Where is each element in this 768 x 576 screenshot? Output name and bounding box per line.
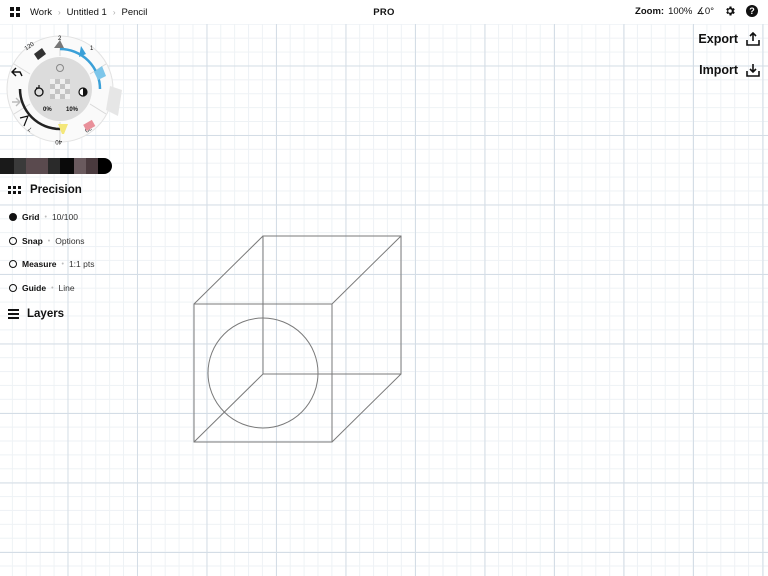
separator-dot: • <box>44 213 47 221</box>
layers-title: Layers <box>27 308 65 320</box>
smoothing-value: 10% <box>66 107 79 113</box>
separator-dot: • <box>61 260 64 268</box>
swatch-6[interactable] <box>74 158 86 174</box>
guide-label: Guide <box>22 283 47 293</box>
cube-edge-bottom-right <box>331 373 402 443</box>
precision-row-grid[interactable]: Grid • 10/100 <box>9 212 78 222</box>
grid-value[interactable]: 10/100 <box>52 212 78 222</box>
swatch-7[interactable] <box>86 158 98 174</box>
contrast-icon[interactable] <box>78 87 88 97</box>
cube-edge-top-left <box>193 235 264 305</box>
measure-label: Measure <box>22 259 57 269</box>
cube-sketch <box>193 235 402 443</box>
separator-dot: • <box>51 284 54 292</box>
precision-title: Precision <box>30 184 82 196</box>
precision-row-snap[interactable]: Snap • Options <box>9 236 85 246</box>
tool-wheel[interactable]: 0% 10% 2 120 1 20 40 7 <box>6 30 124 148</box>
swatch-2[interactable] <box>14 158 26 174</box>
swatch-5[interactable] <box>60 158 74 174</box>
swatch-3[interactable] <box>26 158 48 174</box>
grid-dots-icon <box>8 186 21 194</box>
precision-header[interactable]: Precision <box>8 184 82 196</box>
measure-radio[interactable] <box>9 260 17 268</box>
cube-edge-top-right <box>331 235 402 305</box>
swatch-1[interactable] <box>0 158 14 174</box>
swatch-4[interactable] <box>48 158 60 174</box>
snap-label: Snap <box>22 236 43 246</box>
cube-edge-bottom-left <box>193 373 264 443</box>
separator-dot: • <box>47 237 51 245</box>
guide-value[interactable]: Line <box>59 283 75 293</box>
precision-row-measure[interactable]: Measure • 1:1 pts <box>9 259 94 269</box>
opacity-value: 0% <box>43 107 52 113</box>
layers-header[interactable]: Layers <box>8 308 64 320</box>
measure-value[interactable]: 1:1 pts <box>69 259 95 269</box>
color-palette <box>0 158 112 174</box>
snap-radio[interactable] <box>9 237 17 245</box>
guide-radio[interactable] <box>9 284 17 292</box>
layers-icon <box>8 309 19 319</box>
swatch-8[interactable] <box>98 158 112 174</box>
grid-label: Grid <box>22 212 40 222</box>
precision-row-guide[interactable]: Guide • Line <box>9 283 75 293</box>
size-label-bottom: 40 <box>55 138 62 144</box>
snap-value[interactable]: Options <box>55 236 84 246</box>
grid-radio[interactable] <box>9 213 17 221</box>
